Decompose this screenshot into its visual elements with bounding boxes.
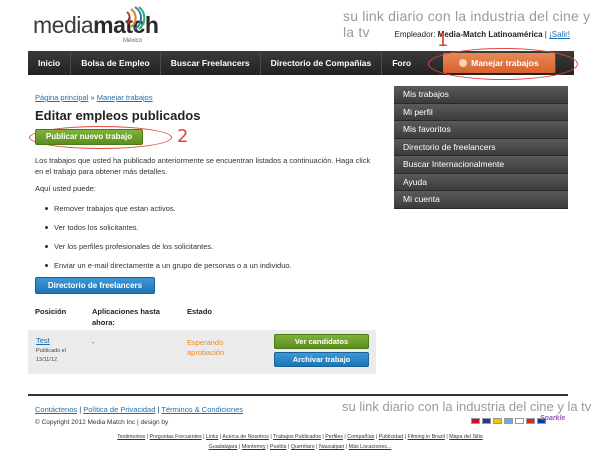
breadcrumb-current-link[interactable]: Manejar trabajos [97,93,153,102]
footer-terms-link[interactable]: Términos & Condiciones [161,405,243,414]
footer-contact-link[interactable]: Contáctenos [35,405,77,414]
sitemap-link[interactable]: Puebla [270,444,287,450]
sidebar-item-buscar-internacionalmente[interactable]: Buscar Internacionalmente [394,156,568,174]
sitemap-link[interactable]: Links [206,434,218,440]
callout-number-2: 2 [177,126,189,147]
sitemap-link[interactable]: Preguntas Frecuentes [150,434,202,440]
list-item: Ver los perfiles profesionales de los so… [45,242,292,261]
header-applications: Aplicaciones hasta ahora: [92,307,160,327]
nav-buscar-freelancers[interactable]: Buscar Freelancers [161,51,261,75]
signal-arcs-icon [126,6,146,30]
footer-privacy-link[interactable]: Política de Privacidad [83,405,155,414]
footer-divider [28,394,568,396]
table-row: Test Publicado el 13/11/12 - Esperando a… [28,330,376,374]
flag-icon[interactable] [493,418,502,424]
sitemap-line-2: Guadalajara | Monterrey | Puebla | Queré… [208,444,392,450]
job-title-link[interactable]: Test [36,336,50,345]
page-title: Editar empleos publicados [35,108,201,123]
breadcrumb: Página principal » Manejar trabajos [35,93,153,102]
sidebar-item-mi-perfil[interactable]: Mi perfil [394,103,568,121]
logout-link[interactable]: ¡Salir! [549,30,570,39]
archive-job-button[interactable]: Archivar trabajo [274,352,369,367]
sitemap-link[interactable]: Filming in Brazil [407,434,444,440]
sitemap-link[interactable]: Más Locaciones... [349,444,392,450]
freelancer-directory-button[interactable]: Directorio de freelancers [35,277,155,294]
sidebar-item-mis-favoritos[interactable]: Mis favoritos [394,121,568,139]
sidebar-item-mis-trabajos[interactable]: Mis trabajos [394,86,568,104]
callout-oval-1 [428,48,578,80]
copyright: © Copyright 2012 Media Match Inc | desig… [35,419,169,426]
sitemap-link[interactable]: Naucalpan [319,444,344,450]
sitemap-link[interactable]: Publicidad [379,434,403,440]
nav-foro[interactable]: Foro [382,51,421,75]
sitemap-link[interactable]: Acerca de Nosotros [222,434,269,440]
sitemap-link[interactable]: Monterrey [242,444,266,450]
flag-icon[interactable] [515,418,524,424]
intro-text: Los trabajos que usted ha publicado ante… [35,156,371,176]
employer-name: Media-Match Latinoamérica [437,30,543,39]
sitemap-link[interactable]: Guadalajara [209,444,238,450]
status-badge: Esperando aprobación [187,338,225,357]
breadcrumb-home-link[interactable]: Página principal [35,93,88,102]
flag-icon[interactable] [471,418,480,424]
sitemap-line-1: Testimonios | Preguntas Frecuentes | Lin… [117,434,483,440]
nav-inicio[interactable]: Inicio [28,51,72,75]
logo-subtitle: México [123,38,143,44]
view-candidates-button[interactable]: Ver candidatos [274,334,369,349]
callout-number-1: 1 [437,30,449,51]
flag-icon[interactable] [526,418,535,424]
sitemap-link[interactable]: Testimonios [117,434,145,440]
flag-icon[interactable] [504,418,513,424]
list-item: Remover trabajos que estan activos. [45,204,292,223]
sitemap-link[interactable]: Mapa del Sitio [449,434,483,440]
sitemap: Testimonios | Preguntas Frecuentes | Lin… [0,432,600,452]
sidebar: Mis trabajos Mi perfil Mis favoritos Dir… [394,86,568,209]
header-position: Posición [35,307,67,316]
nav-directorio-companias[interactable]: Directorio de Compañías [261,51,383,75]
sparkle-logo[interactable]: Sparkle [540,415,565,422]
publish-new-job-button[interactable]: Publicar nuevo trabajo [35,129,143,145]
footer-links: Contáctenos | Política de Privacidad | T… [35,405,244,414]
country-flags [471,418,546,424]
sidebar-item-ayuda[interactable]: Ayuda [394,173,568,191]
list-item: Ver todos los solicitantes. [45,223,292,242]
sub-heading: Aquí usted puede: [35,184,96,193]
sitemap-link[interactable]: Trabajos Publicados [273,434,321,440]
footer-tagline: su link diario con la industria del cine… [342,399,592,414]
header-status: Estado [187,307,213,316]
nav-bolsa-de-empleo[interactable]: Bolsa de Empleo [71,51,161,75]
sitemap-link[interactable]: Compañías [347,434,374,440]
applications-count: - [92,338,95,347]
capabilities-list: Remover trabajos que estan activos. Ver … [45,204,292,280]
job-date: Publicado el 13/11/12 [36,348,66,363]
sitemap-link[interactable]: Perfiles [325,434,343,440]
employer-info: Empleador: Media-Match Latinoamérica | ¡… [394,30,571,39]
sidebar-item-directorio-freelancers[interactable]: Directorio de freelancers [394,138,568,156]
sidebar-item-mi-cuenta[interactable]: Mi cuenta [394,191,568,209]
sitemap-link[interactable]: Querétaro [291,444,315,450]
flag-icon[interactable] [482,418,491,424]
